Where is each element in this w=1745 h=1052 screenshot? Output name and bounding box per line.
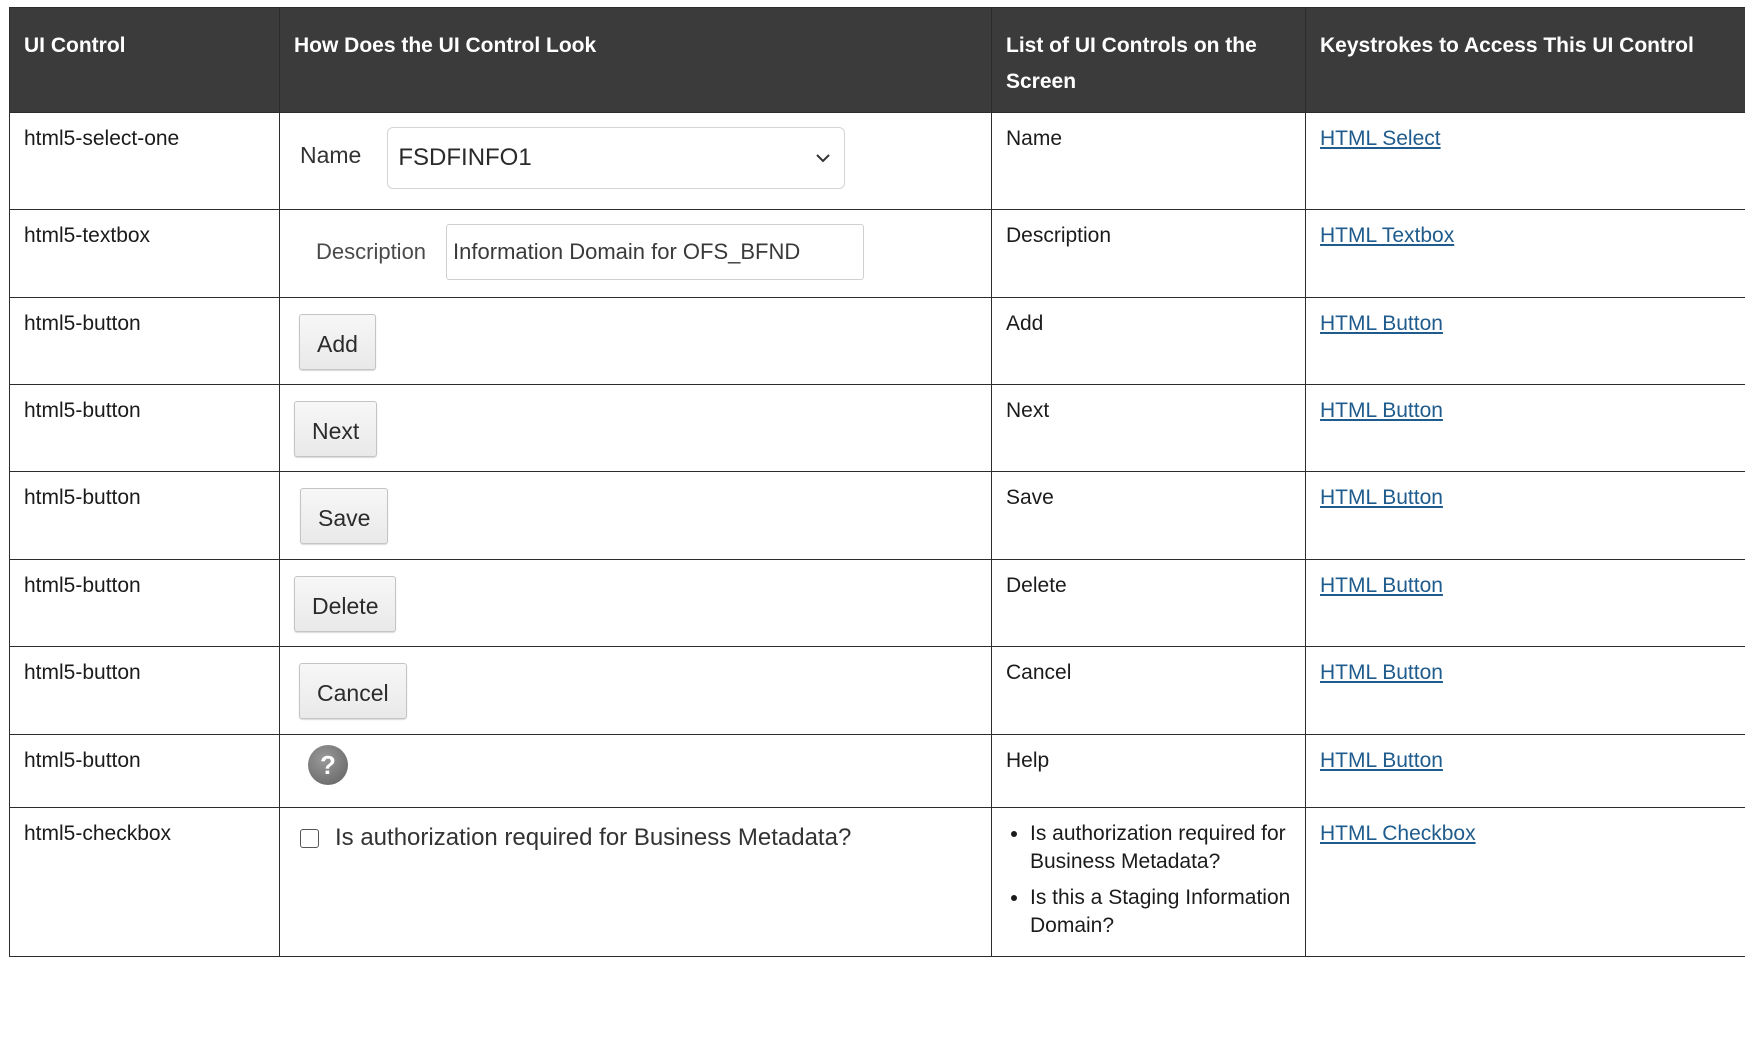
table-row: html5-button Add Add HTML Button — [9, 297, 1745, 385]
keystroke-cell: HTML Button — [1305, 646, 1745, 735]
list-cell: Next — [991, 384, 1306, 472]
list-item: Is authorization required for Business M… — [1030, 820, 1291, 876]
control-type-cell: html5-checkbox — [9, 807, 280, 957]
next-button[interactable]: Next — [294, 401, 378, 457]
header-keystrokes: Keystrokes to Access This UI Control — [1305, 7, 1745, 113]
list-cell: Delete — [991, 559, 1306, 647]
list-cell: Save — [991, 471, 1306, 560]
checkbox-label: Is authorization required for Business M… — [335, 824, 852, 851]
control-type-cell: html5-button — [9, 559, 280, 647]
look-cell: ? — [279, 734, 992, 808]
control-type-cell: html5-button — [9, 646, 280, 735]
look-cell: Name FSDFINFO1 — [279, 112, 992, 210]
name-select[interactable]: FSDFINFO1 — [387, 127, 846, 189]
look-cell: Delete — [279, 559, 992, 647]
table-row: html5-button Cancel Cancel HTML Button — [9, 646, 1745, 735]
look-cell: Save — [279, 471, 992, 560]
select-preview: Name FSDFINFO1 — [300, 127, 977, 189]
table-row: html5-textbox Description Information Do… — [9, 209, 1745, 298]
list-item: Is this a Staging Information Domain? — [1030, 884, 1291, 940]
cancel-button[interactable]: Cancel — [299, 663, 407, 719]
look-cell: Cancel — [279, 646, 992, 735]
table-row: html5-button Save Save HTML Button — [9, 471, 1745, 560]
look-cell: Next — [279, 384, 992, 472]
keystroke-cell: HTML Select — [1305, 112, 1745, 210]
keystroke-link[interactable]: HTML Button — [1320, 486, 1443, 509]
table-row: html5-select-one Name FSDFINFO1 Name HTM… — [9, 112, 1745, 210]
control-type-cell: html5-button — [9, 297, 280, 385]
control-type-cell: html5-button — [9, 384, 280, 472]
list-cell: Cancel — [991, 646, 1306, 735]
checkbox-preview: Is authorization required for Business M… — [300, 824, 977, 852]
control-type-cell: html5-select-one — [9, 112, 280, 210]
keystroke-link[interactable]: HTML Button — [1320, 574, 1443, 597]
control-type-cell: html5-button — [9, 471, 280, 560]
textbox-preview: Description Information Domain for OFS_B… — [316, 224, 977, 280]
help-icon[interactable]: ? — [308, 745, 348, 785]
save-button[interactable]: Save — [300, 488, 389, 544]
keystroke-cell: HTML Textbox — [1305, 209, 1745, 298]
list-cell: Name — [991, 112, 1306, 210]
authorization-checkbox[interactable] — [300, 828, 319, 848]
keystroke-link[interactable]: HTML Button — [1320, 661, 1443, 684]
keystroke-cell: HTML Checkbox — [1305, 807, 1745, 957]
select-value: FSDFINFO1 — [398, 144, 532, 171]
add-button[interactable]: Add — [299, 314, 376, 370]
look-cell: Description Information Domain for OFS_B… — [279, 209, 992, 298]
list-cell: Is authorization required for Business M… — [991, 807, 1306, 957]
keystroke-link[interactable]: HTML Button — [1320, 399, 1443, 422]
table-header-row: UI Control How Does the UI Control Look … — [9, 7, 1745, 113]
header-list: List of UI Controls on the Screen — [991, 7, 1306, 113]
table-row: html5-checkbox Is authorization required… — [9, 807, 1745, 957]
keystroke-cell: HTML Button — [1305, 384, 1745, 472]
keystroke-link[interactable]: HTML Textbox — [1320, 224, 1454, 247]
keystroke-cell: HTML Button — [1305, 559, 1745, 647]
keystroke-cell: HTML Button — [1305, 734, 1745, 808]
table-row: html5-button Delete Delete HTML Button — [9, 559, 1745, 647]
table-row: html5-button Next Next HTML Button — [9, 384, 1745, 472]
textbox-label: Description — [316, 239, 427, 264]
header-look: How Does the UI Control Look — [279, 7, 992, 113]
control-type-cell: html5-textbox — [9, 209, 280, 298]
keystroke-link[interactable]: HTML Select — [1320, 127, 1441, 150]
ui-controls-table: UI Control How Does the UI Control Look … — [9, 7, 1745, 957]
table-row: html5-button ? Help HTML Button — [9, 734, 1745, 808]
keystroke-cell: HTML Button — [1305, 471, 1745, 560]
keystroke-link[interactable]: HTML Button — [1320, 312, 1443, 335]
control-type-cell: html5-button — [9, 734, 280, 808]
list-cell: Description — [991, 209, 1306, 298]
description-field[interactable]: Information Domain for OFS_BFND — [446, 224, 865, 280]
list-cell: Add — [991, 297, 1306, 385]
header-ui-control: UI Control — [9, 7, 280, 113]
keystroke-link[interactable]: HTML Button — [1320, 749, 1443, 772]
keystroke-cell: HTML Button — [1305, 297, 1745, 385]
look-cell: Add — [279, 297, 992, 385]
control-list: Is authorization required for Business M… — [1006, 820, 1291, 940]
chevron-down-icon — [816, 154, 831, 163]
look-cell: Is authorization required for Business M… — [279, 807, 992, 957]
keystroke-link[interactable]: HTML Checkbox — [1320, 822, 1476, 845]
select-label: Name — [300, 142, 362, 168]
list-cell: Help — [991, 734, 1306, 808]
delete-button[interactable]: Delete — [294, 576, 397, 632]
